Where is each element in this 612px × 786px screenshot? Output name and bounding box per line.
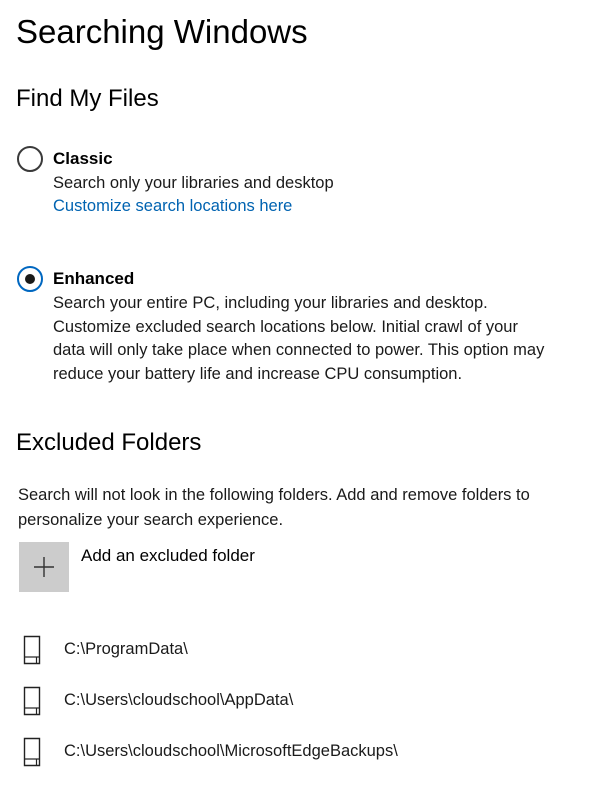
add-folder-tile[interactable] (19, 542, 69, 592)
excluded-folder-list: C:\ProgramData\ C:\Users\cloudschool\App… (20, 633, 600, 786)
excluded-folder-item[interactable]: C:\ProgramData\ (20, 633, 600, 684)
add-excluded-folder-label[interactable]: Add an excluded folder (81, 545, 255, 567)
add-excluded-folder-button[interactable]: Add an excluded folder (19, 542, 419, 592)
excluded-folder-path: C:\ProgramData\ (64, 640, 188, 658)
classic-option: Classic Search only your libraries and d… (17, 146, 597, 226)
folder-icon (23, 635, 41, 665)
enhanced-radio[interactable] (17, 266, 43, 292)
classic-radio[interactable] (17, 146, 43, 172)
enhanced-description-line: Customize excluded search locations belo… (53, 317, 518, 336)
folder-icon (23, 686, 41, 716)
find-my-files-heading: Find My Files (16, 85, 159, 112)
enhanced-description: Search your entire PC, including your li… (53, 292, 601, 386)
excluded-folder-item[interactable]: C:\Users\cloudschool\AppData\ (20, 684, 600, 735)
excluded-folder-path: C:\Users\cloudschool\AppData\ (64, 691, 294, 709)
excluded-folders-description: Search will not look in the following fo… (18, 483, 598, 532)
classic-description-line: Search only your libraries and desktop (53, 174, 334, 192)
page-title: Searching Windows (16, 13, 308, 50)
excluded-folders-heading: Excluded Folders (16, 429, 202, 456)
excluded-folder-item[interactable]: C:\Users\cloudschool\MicrosoftEdgeBackup… (20, 735, 600, 786)
excluded-description-line: personalize your search experience. (18, 510, 284, 529)
enhanced-description-line: reduce your battery life and increase CP… (53, 364, 463, 383)
radio-selected-dot (25, 274, 35, 284)
plus-icon (34, 557, 54, 577)
classic-description: Search only your libraries and desktop (53, 172, 601, 196)
excluded-folder-path: C:\Users\cloudschool\MicrosoftEdgeBackup… (64, 742, 398, 760)
customize-search-locations-link[interactable]: Customize search locations here (53, 195, 292, 218)
excluded-description-line: Search will not look in the following fo… (18, 486, 530, 504)
classic-label[interactable]: Classic (53, 148, 113, 170)
folder-icon (23, 737, 41, 767)
enhanced-label[interactable]: Enhanced (53, 268, 134, 290)
enhanced-description-line: Search your entire PC, including your li… (53, 294, 488, 312)
enhanced-description-line: data will only take place when connected… (53, 341, 545, 359)
enhanced-option: Enhanced Search your entire PC, includin… (17, 266, 597, 388)
